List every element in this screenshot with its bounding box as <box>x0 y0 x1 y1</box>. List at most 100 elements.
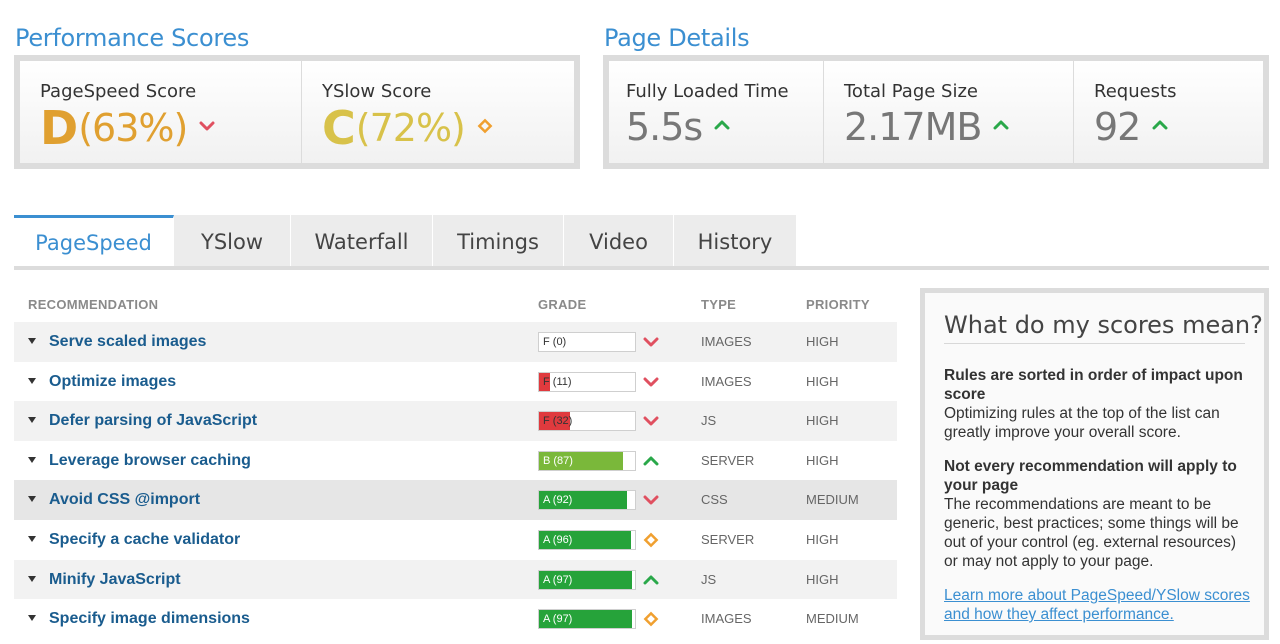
grade-bar: A (96) <box>538 529 636 550</box>
table-row[interactable]: Optimize images F (11) IMAGES HIGH <box>14 362 897 402</box>
expand-triangle-icon[interactable] <box>28 377 36 384</box>
pagespeed-grade-percent: (63%) <box>78 106 188 150</box>
grade-bar: A (97) <box>538 569 636 590</box>
recommendation-name[interactable]: Specify a cache validator <box>49 531 240 549</box>
help-block-applicability: Not every recommendation will apply to y… <box>944 457 1254 571</box>
recommendation-name[interactable]: Serve scaled images <box>49 333 206 351</box>
recommendation-name[interactable]: Avoid CSS @import <box>49 491 200 509</box>
requests-cell: Requests 92 <box>1074 61 1263 163</box>
help-block-applicability-text: The recommendations are meant to be gene… <box>944 496 1239 570</box>
table-row[interactable]: Serve scaled images F (0) IMAGES HIGH <box>14 322 897 362</box>
col-header-priority: PRIORITY <box>806 297 870 312</box>
grade-label: F (11) <box>543 375 572 388</box>
help-block-sorting-heading: Rules are sorted in order of impact upon… <box>944 367 1243 403</box>
learn-more-link[interactable]: Learn more about PageSpeed/YSlow scores … <box>944 586 1254 624</box>
priority-value: HIGH <box>806 413 839 429</box>
pagespeed-score-value: D (63%) <box>40 101 215 155</box>
table-row[interactable]: Leverage browser caching B (87) SERVER H… <box>14 441 897 481</box>
page-details-panel: Fully Loaded Time 5.5s Total Page Size 2… <box>603 55 1269 169</box>
tab-history[interactable]: History <box>674 215 797 268</box>
priority-value: HIGH <box>806 531 839 547</box>
recommendation-list: Serve scaled images F (0) IMAGES HIGH Op… <box>14 322 897 639</box>
trend-icon <box>642 532 660 551</box>
requests-label: Requests <box>1094 81 1177 102</box>
priority-value: HIGH <box>806 452 839 468</box>
expand-triangle-icon[interactable] <box>28 417 36 424</box>
table-row[interactable]: Defer parsing of JavaScript F (32) JS HI… <box>14 401 897 441</box>
col-header-grade: GRADE <box>538 297 587 312</box>
table-row[interactable]: Minify JavaScript A (97) JS HIGH <box>14 559 897 600</box>
recommendation-name[interactable]: Specify image dimensions <box>49 610 250 628</box>
tab-video[interactable]: Video <box>564 215 674 268</box>
pagespeed-score-label: PageSpeed Score <box>40 81 197 102</box>
trend-icon <box>642 374 660 393</box>
fully-loaded-value: 5.5s <box>626 105 703 149</box>
tab-timings[interactable]: Timings <box>433 215 564 268</box>
priority-value: MEDIUM <box>806 492 859 508</box>
tab-pagespeed[interactable]: PageSpeed <box>14 215 174 268</box>
expand-triangle-icon[interactable] <box>28 456 36 463</box>
page-size-value-wrap: 2.17MB <box>844 105 1009 149</box>
expand-triangle-icon[interactable] <box>28 535 36 542</box>
table-row[interactable]: Avoid CSS @import A (92) CSS MEDIUM <box>14 480 897 520</box>
trend-icon <box>642 492 660 511</box>
tab-yslow[interactable]: YSlow <box>174 215 291 268</box>
expand-triangle-icon[interactable] <box>28 615 36 622</box>
grade-label: F (0) <box>543 336 567 348</box>
grade-label: A (96) <box>543 533 573 546</box>
requests-value-wrap: 92 <box>1094 105 1168 149</box>
type-value: JS <box>701 571 717 587</box>
grade-label: A (92) <box>543 494 573 507</box>
type-value: JS <box>701 413 717 429</box>
recommendation-name[interactable]: Defer parsing of JavaScript <box>49 412 257 430</box>
scores-help-title: What do my scores mean? <box>944 311 1263 344</box>
help-block-applicability-heading: Not every recommendation will apply to y… <box>944 458 1237 494</box>
grade-label: B (87) <box>543 454 573 467</box>
help-block-sorting-text: Optimizing rules at the top of the list … <box>944 405 1220 441</box>
fully-loaded-trend-icon <box>714 117 730 137</box>
type-value: IMAGES <box>701 373 752 389</box>
page-size-value: 2.17MB <box>844 105 982 149</box>
table-row[interactable]: Specify a cache validator A (96) SERVER … <box>14 520 897 560</box>
pagespeed-grade-letter: D <box>40 101 78 155</box>
report-tabs: PageSpeed YSlow Waterfall Timings Video … <box>14 215 797 268</box>
grade-bar: A (97) <box>538 609 636 630</box>
priority-value: MEDIUM <box>806 611 859 627</box>
performance-scores-title: Performance Scores <box>15 24 250 52</box>
priority-value: HIGH <box>806 334 839 349</box>
page-size-trend-icon <box>993 117 1009 137</box>
page-size-label: Total Page Size <box>844 81 979 102</box>
priority-value: HIGH <box>806 571 839 587</box>
yslow-trend-icon <box>477 118 493 138</box>
type-value: IMAGES <box>701 334 752 349</box>
expand-triangle-icon[interactable] <box>28 575 36 582</box>
type-value: IMAGES <box>701 611 752 627</box>
grade-bar: B (87) <box>538 450 636 471</box>
col-header-recommendation: RECOMMENDATION <box>28 297 159 312</box>
expand-triangle-icon[interactable] <box>28 338 36 344</box>
trend-icon <box>642 611 660 630</box>
pagespeed-trend-icon <box>199 118 215 138</box>
yslow-score-label: YSlow Score <box>322 81 432 102</box>
fully-loaded-label: Fully Loaded Time <box>626 81 789 102</box>
yslow-score-value: C (72%) <box>322 101 493 155</box>
trend-icon <box>642 413 660 432</box>
grade-bar: F (11) <box>538 371 636 392</box>
recommendation-name[interactable]: Leverage browser caching <box>49 452 251 470</box>
recommendation-name[interactable]: Minify JavaScript <box>49 571 181 589</box>
fully-loaded-value-wrap: 5.5s <box>626 105 730 149</box>
trend-icon <box>642 334 660 353</box>
grade-label: A (97) <box>543 613 573 626</box>
tab-waterfall[interactable]: Waterfall <box>291 215 433 268</box>
recommendation-name[interactable]: Optimize images <box>49 373 176 391</box>
scores-help-panel: What do my scores mean? Rules are sorted… <box>920 288 1269 640</box>
grade-bar: A (92) <box>538 490 636 511</box>
performance-scores-panel: PageSpeed Score D (63%) YSlow Score C (7… <box>14 55 580 169</box>
requests-trend-icon <box>1152 117 1168 137</box>
trend-icon <box>642 453 660 472</box>
grade-bar: F (0) <box>538 332 636 352</box>
pagespeed-score-cell: PageSpeed Score D (63%) <box>20 61 302 163</box>
tabs-underline <box>14 266 1269 270</box>
expand-triangle-icon[interactable] <box>28 496 36 503</box>
table-row[interactable]: Specify image dimensions A (97) IMAGES M… <box>14 599 897 639</box>
